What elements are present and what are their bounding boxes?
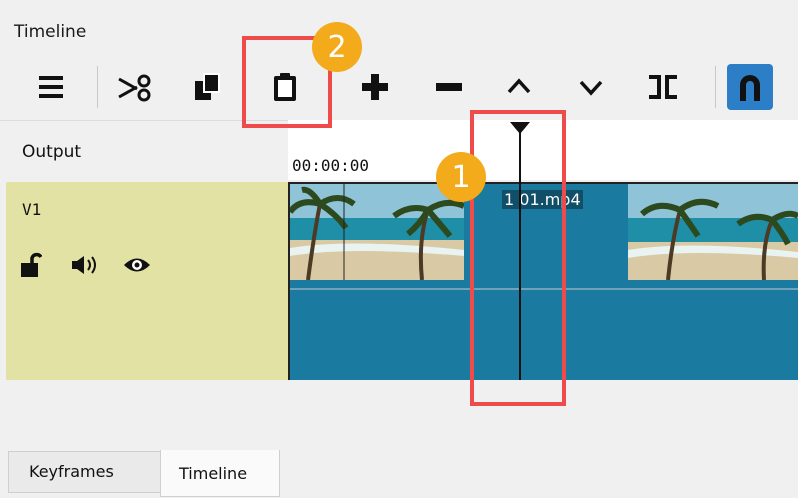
tab-keyframes[interactable]: Keyframes	[8, 451, 162, 493]
plus-icon	[362, 74, 388, 100]
split-button[interactable]	[640, 64, 686, 110]
append-button[interactable]	[352, 64, 398, 110]
hamburger-menu-icon	[39, 76, 63, 98]
remove-button[interactable]	[426, 64, 472, 110]
track-name: V1	[22, 200, 42, 219]
lift-button[interactable]	[496, 64, 542, 110]
tab-label: Timeline	[179, 464, 248, 483]
track-header-v1[interactable]	[6, 182, 288, 380]
scissors-icon	[118, 74, 151, 102]
toolbar-separator	[715, 66, 716, 108]
chevron-up-icon	[507, 78, 531, 94]
tab-label: Keyframes	[29, 462, 114, 481]
panel-title: Timeline	[14, 22, 87, 42]
output-label: Output	[22, 142, 82, 162]
step-badge-2: 2	[312, 22, 362, 72]
step-badge-1: 1	[436, 152, 486, 202]
timeline-empty-area	[0, 380, 798, 450]
overwrite-button[interactable]	[568, 64, 614, 110]
ruler-timecode: 00:00:00	[292, 156, 370, 175]
chevron-down-icon	[579, 80, 603, 96]
cut-button[interactable]	[112, 64, 158, 110]
lock-button[interactable]	[20, 252, 43, 282]
beach-thumbnail	[290, 184, 464, 280]
beach-thumbnail	[628, 184, 798, 280]
unlock-icon	[21, 252, 43, 277]
mute-button[interactable]	[70, 253, 100, 281]
copy-icon	[195, 73, 220, 100]
tab-timeline[interactable]: Timeline	[160, 450, 280, 497]
magnet-icon	[740, 75, 760, 101]
split-icon	[649, 75, 677, 99]
snap-button[interactable]	[727, 64, 773, 110]
toolbar-separator	[97, 66, 98, 108]
speaker-icon	[72, 256, 96, 274]
copy-button[interactable]	[184, 64, 230, 110]
minus-icon	[436, 83, 462, 91]
panel-titlebar	[0, 0, 798, 48]
visibility-button[interactable]	[122, 254, 152, 280]
eye-icon	[124, 258, 150, 272]
highlight-box-playhead	[470, 110, 566, 406]
menu-button[interactable]	[28, 64, 74, 110]
